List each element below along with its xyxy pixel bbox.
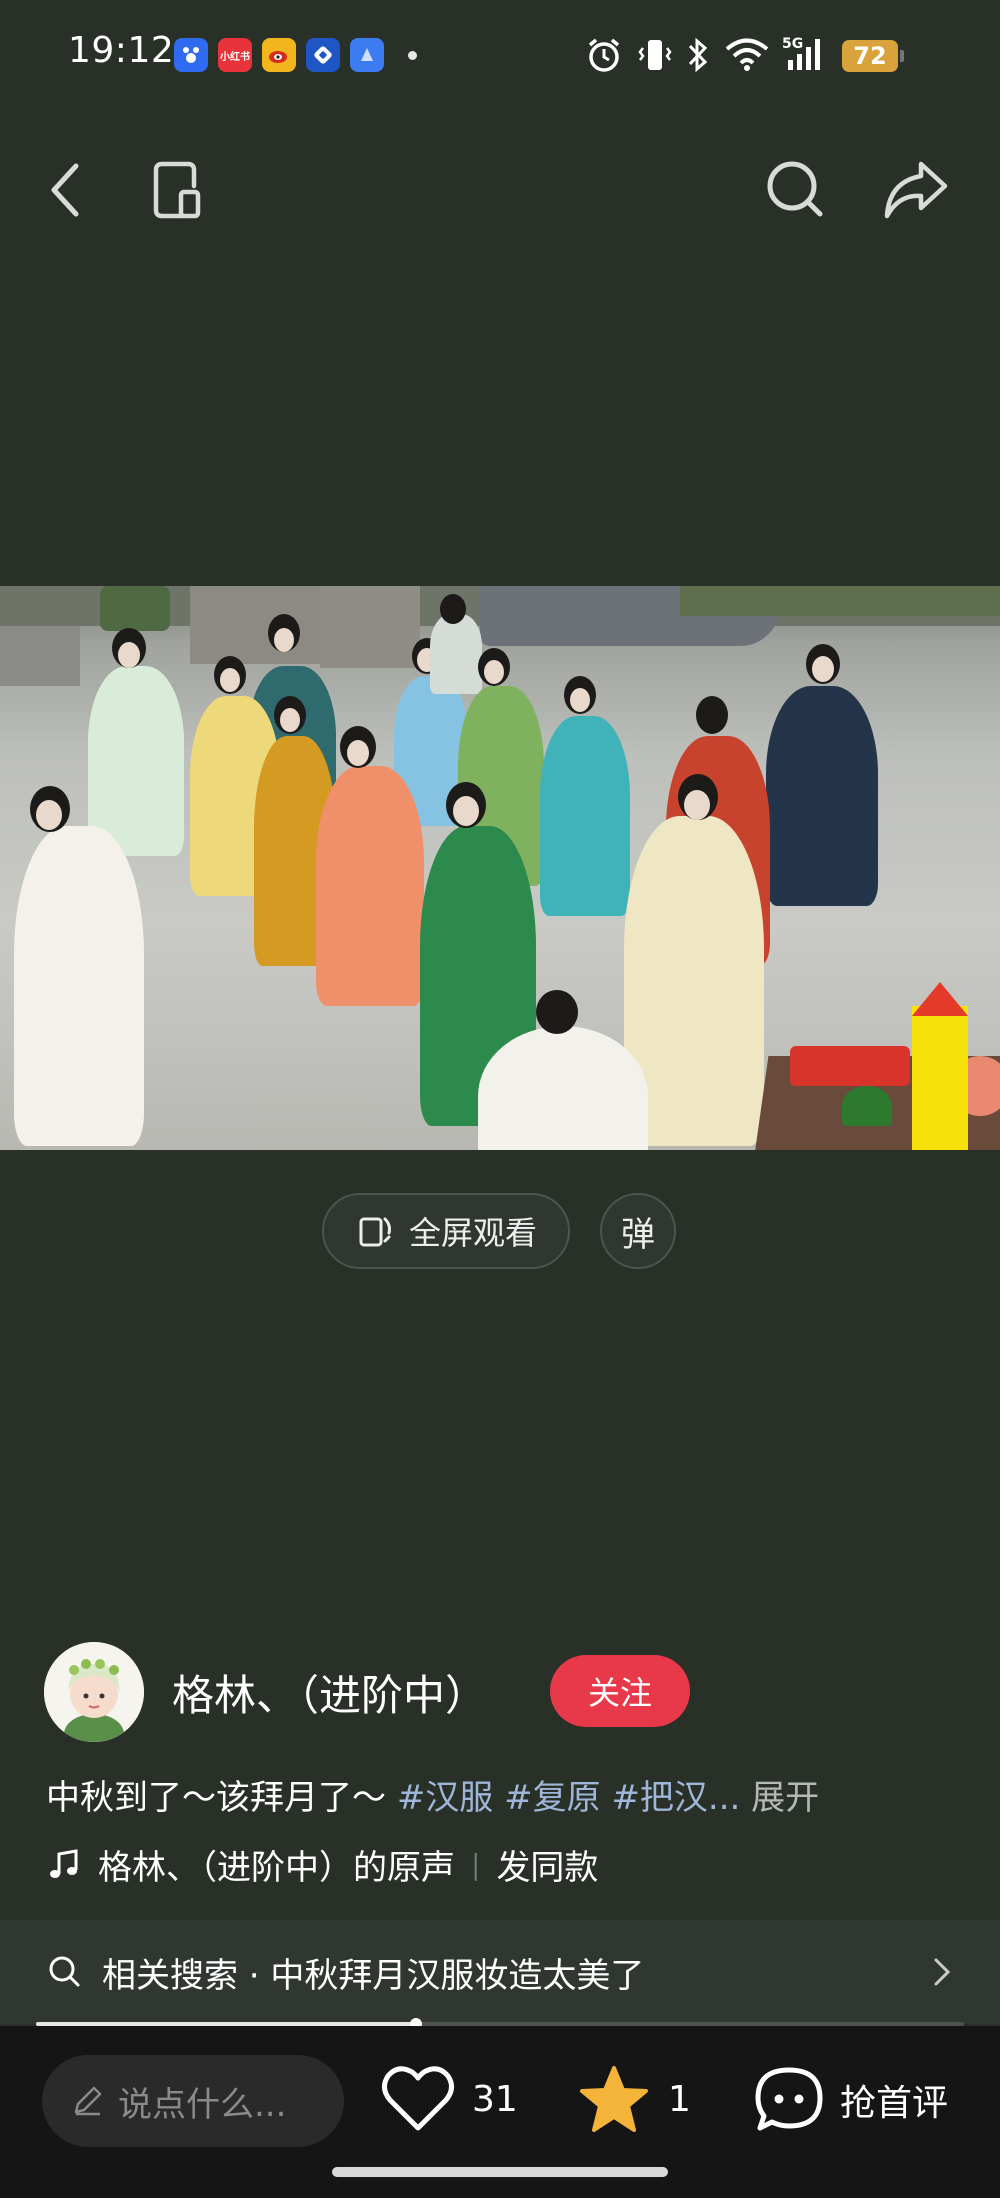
related-search-bar[interactable]: 相关搜索 · 中秋拜月汉服妆造太美了 (0, 1920, 1000, 2024)
status-bar: 19:12 小红书 5G 72 (0, 0, 1000, 110)
like-count: 31 (472, 2078, 518, 2120)
share-icon (884, 161, 948, 219)
music-title[interactable]: 格林、（进阶中）的原声 (98, 1840, 455, 1889)
ctrip-app-icon (306, 38, 340, 72)
fullscreen-label: 全屏观看 (408, 1214, 537, 1252)
comment-placeholder: 说点什么... (118, 2084, 287, 2125)
comment-input[interactable]: 说点什么... (42, 2055, 344, 2147)
like-button[interactable]: 31 (380, 2064, 518, 2134)
baidu-app-icon (174, 38, 208, 72)
status-time: 19:12 (68, 30, 175, 71)
heart-icon (382, 2066, 454, 2131)
wifi-icon (724, 38, 770, 76)
vibrate-icon (638, 36, 672, 78)
mini-window-icon (153, 161, 201, 219)
bluetooth-icon (686, 36, 710, 78)
pencil-icon (74, 2086, 102, 2116)
hashtag-truncated[interactable]: #把汉... (611, 1778, 740, 1818)
comment-bubble-icon (755, 2067, 823, 2131)
video-player[interactable] (0, 586, 1000, 1150)
post-description[interactable]: 中秋到了～该拜月了～ #汉服 #复原 #把汉... 展开 (46, 1770, 819, 1819)
expand-link[interactable]: 展开 (751, 1778, 819, 1818)
fullscreen-button[interactable]: 全屏观看 (322, 1193, 570, 1269)
follow-button[interactable]: 关注 (550, 1655, 690, 1727)
use-sound-link[interactable]: 发同款 (496, 1840, 598, 1889)
music-separator: | (471, 1848, 481, 1881)
hashtag-hanfu[interactable]: #汉服 (397, 1778, 494, 1818)
favorite-button[interactable]: 1 (578, 2064, 691, 2134)
battery-indicator: 72 (842, 40, 904, 72)
danmu-toggle-button[interactable]: 弹 (600, 1193, 676, 1269)
star-icon (580, 2066, 648, 2132)
mini-window-button[interactable] (138, 150, 218, 230)
first-comment-button[interactable]: 抢首评 (752, 2064, 948, 2136)
chevron-right-icon (934, 1958, 951, 1986)
fullscreen-icon (359, 1217, 391, 1247)
search-icon (767, 161, 823, 217)
description-text: 中秋到了～该拜月了～ (46, 1778, 386, 1818)
share-button[interactable] (876, 150, 956, 230)
author-name[interactable]: 格林、（进阶中） (172, 1662, 487, 1723)
author-avatar[interactable] (44, 1642, 144, 1742)
hashtag-fuyuan[interactable]: #复原 (504, 1778, 601, 1818)
svg-text:5G: 5G (782, 36, 803, 52)
signal-5g-icon: 5G (782, 34, 830, 78)
home-indicator[interactable] (332, 2167, 668, 2177)
alarm-icon (586, 36, 622, 78)
search-button[interactable] (756, 150, 836, 230)
search-icon (49, 1956, 80, 1987)
chevron-left-icon (51, 163, 79, 217)
back-button[interactable] (26, 150, 106, 230)
first-comment-label: 抢首评 (840, 2083, 949, 2124)
notification-dot (408, 51, 417, 60)
danmu-label: 弹 (621, 1214, 655, 1255)
avatar-illustration (44, 1642, 144, 1742)
music-note-icon (50, 1848, 78, 1878)
related-search-text: 相关搜索 · 中秋拜月汉服妆造太美了 (102, 1955, 645, 1996)
favorite-count: 1 (668, 2078, 691, 2120)
blue-app-icon (350, 38, 384, 72)
music-row[interactable]: 格林、（进阶中）的原声 | 发同款 (46, 1840, 598, 1889)
weibo-app-icon (262, 38, 296, 72)
xiaohongshu-app-icon: 小红书 (218, 38, 252, 72)
